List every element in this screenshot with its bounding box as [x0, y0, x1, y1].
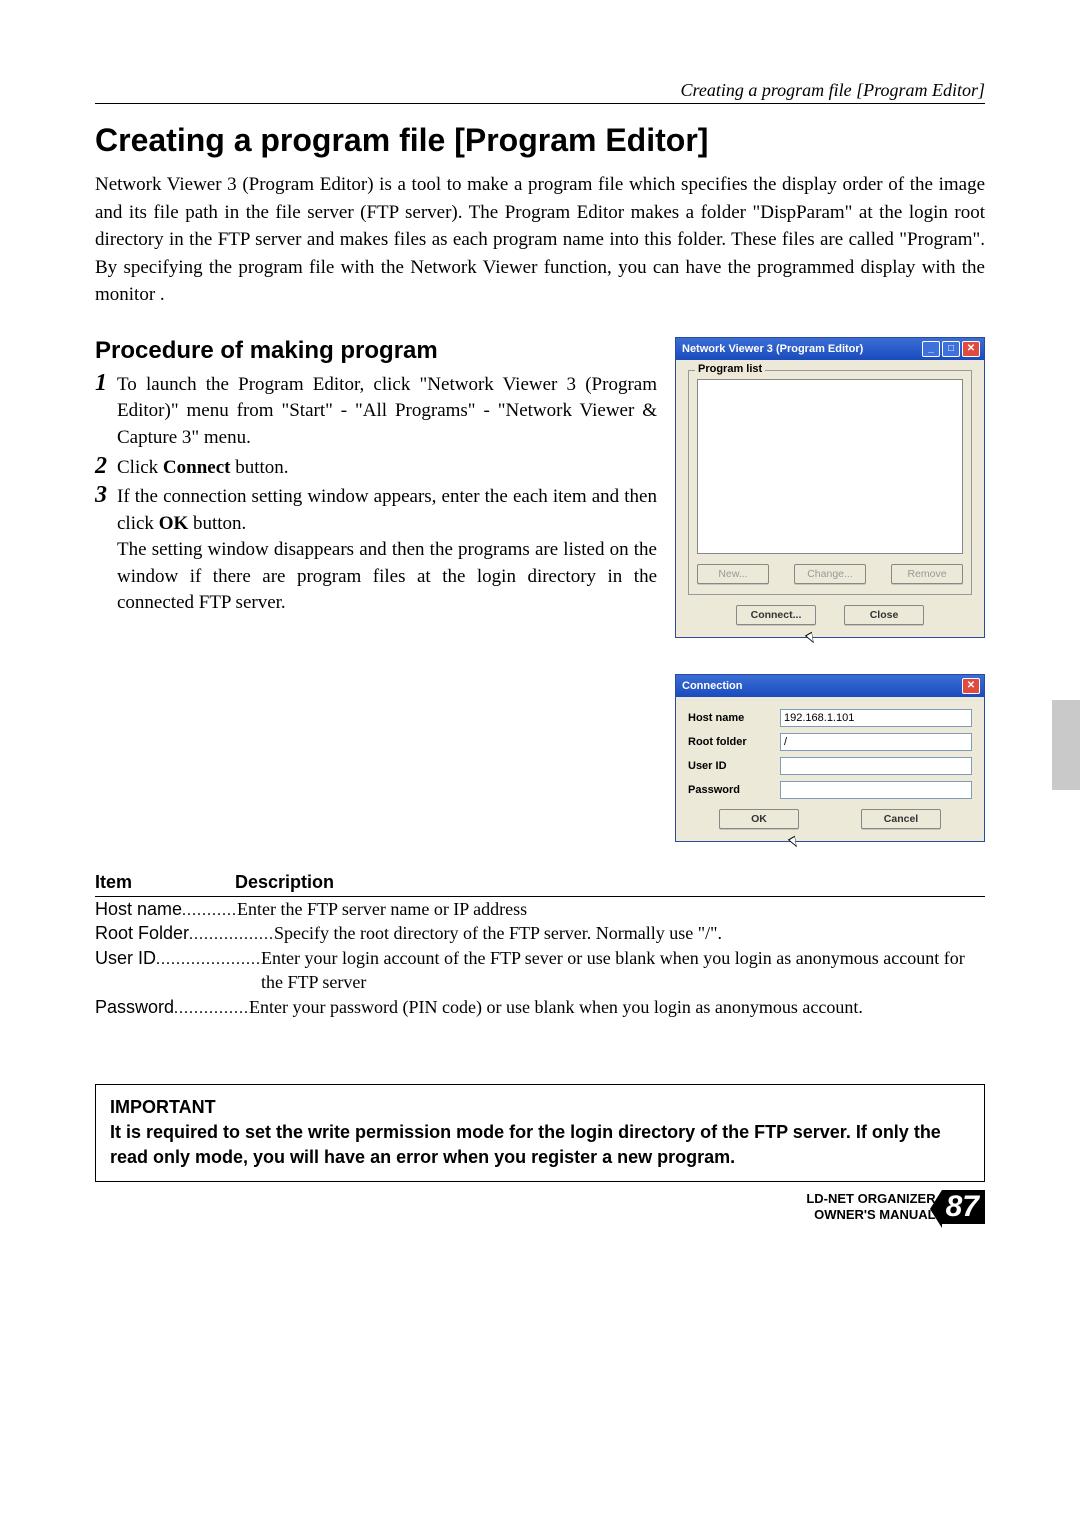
program-list-group: Program list New... Change... Remove [688, 370, 972, 595]
dialog-close-icon[interactable]: ✕ [962, 678, 980, 694]
maximize-icon[interactable]: □ [942, 341, 960, 357]
program-list-label: Program list [695, 363, 765, 375]
desc-root-folder: Specify the root directory of the FTP se… [274, 921, 985, 945]
step-3b: OK [159, 513, 189, 534]
leader-dots: ........... [182, 900, 237, 922]
page-footer: LD-NET ORGANIZER OWNER'S MANUAL 87 [95, 1190, 985, 1224]
editor-title-text: Network Viewer 3 (Program Editor) [682, 343, 922, 355]
footer-label: LD-NET ORGANIZER OWNER'S MANUAL [806, 1191, 935, 1222]
close-button[interactable]: Close [844, 605, 924, 625]
item-host-name: Host name [95, 897, 182, 921]
root-folder-input[interactable] [780, 733, 972, 751]
connect-label: Connect... [751, 609, 802, 621]
host-name-input[interactable] [780, 709, 972, 727]
step-3-text: If the connection setting window appears… [117, 484, 657, 537]
cancel-button[interactable]: Cancel [861, 809, 941, 829]
host-name-label: Host name [688, 712, 780, 724]
step-1-text: To launch the Program Editor, click "Net… [117, 372, 657, 452]
step-3c: button. [188, 513, 246, 534]
connect-button[interactable]: Connect... [736, 605, 816, 625]
connection-title: Connection [682, 680, 962, 692]
desc-host-name: Enter the FTP server name or IP address [237, 897, 985, 921]
footer-subtitle: OWNER'S MANUAL [806, 1207, 935, 1223]
table-row: Host name ........... Enter the FTP serv… [95, 897, 985, 922]
table-header-row: Item Description [95, 872, 985, 897]
item-password: Password [95, 995, 174, 1019]
new-button[interactable]: New... [697, 564, 769, 584]
step-2c: button. [230, 457, 288, 478]
running-header: Creating a program file [Program Editor] [95, 80, 985, 104]
desc-user-id: Enter your login account of the FTP seve… [261, 946, 985, 995]
intro-paragraph: Network Viewer 3 (Program Editor) is a t… [95, 171, 985, 309]
ok-button[interactable]: OK [719, 809, 799, 829]
change-button[interactable]: Change... [794, 564, 866, 584]
root-folder-label: Root folder [688, 736, 780, 748]
table-row: Password ............... Enter your pass… [95, 995, 985, 1020]
editor-titlebar[interactable]: Network Viewer 3 (Program Editor) _ □ ✕ [676, 338, 984, 360]
minimize-icon[interactable]: _ [922, 341, 940, 357]
table-row: User ID ..................... Enter your… [95, 946, 985, 995]
program-list[interactable] [697, 379, 963, 554]
ok-label: OK [751, 813, 767, 825]
footer-product: LD-NET ORGANIZER [806, 1191, 935, 1207]
password-label: Password [688, 784, 780, 796]
th-item: Item [95, 872, 235, 893]
item-user-id: User ID [95, 946, 156, 970]
leader-dots: ............... [174, 998, 249, 1020]
procedure-heading: Procedure of making program [95, 337, 657, 365]
desc-password: Enter your password (PIN code) or use bl… [249, 995, 985, 1019]
remove-button[interactable]: Remove [891, 564, 963, 584]
connection-dialog: Connection ✕ Host name Root folder [675, 674, 985, 842]
user-id-label: User ID [688, 760, 780, 772]
step-2b: Connect [163, 457, 231, 478]
leader-dots: ..................... [156, 949, 261, 971]
page-title: Creating a program file [Program Editor] [95, 122, 985, 159]
th-description: Description [235, 872, 334, 893]
password-input[interactable] [780, 781, 972, 799]
table-row: Root Folder ................. Specify th… [95, 921, 985, 946]
editor-window: Network Viewer 3 (Program Editor) _ □ ✕ … [675, 337, 985, 638]
page-tab-marker [1052, 700, 1080, 790]
step-3-continuation: The setting window disappears and then t… [117, 537, 657, 617]
step-number-3: 3 [95, 483, 117, 507]
connection-titlebar[interactable]: Connection ✕ [676, 675, 984, 697]
step-2a: Click [117, 457, 163, 478]
step-number-1: 1 [95, 371, 117, 395]
important-note: IMPORTANT It is required to set the writ… [95, 1084, 985, 1182]
user-id-input[interactable] [780, 757, 972, 775]
step-2-text: Click Connect button. [117, 455, 289, 482]
page-number: 87 [942, 1190, 985, 1224]
item-root-folder: Root Folder [95, 921, 189, 945]
important-heading: IMPORTANT [110, 1095, 970, 1120]
close-icon[interactable]: ✕ [962, 341, 980, 357]
step-number-2: 2 [95, 454, 117, 478]
leader-dots: ................. [189, 924, 274, 946]
important-body: It is required to set the write permissi… [110, 1120, 970, 1170]
